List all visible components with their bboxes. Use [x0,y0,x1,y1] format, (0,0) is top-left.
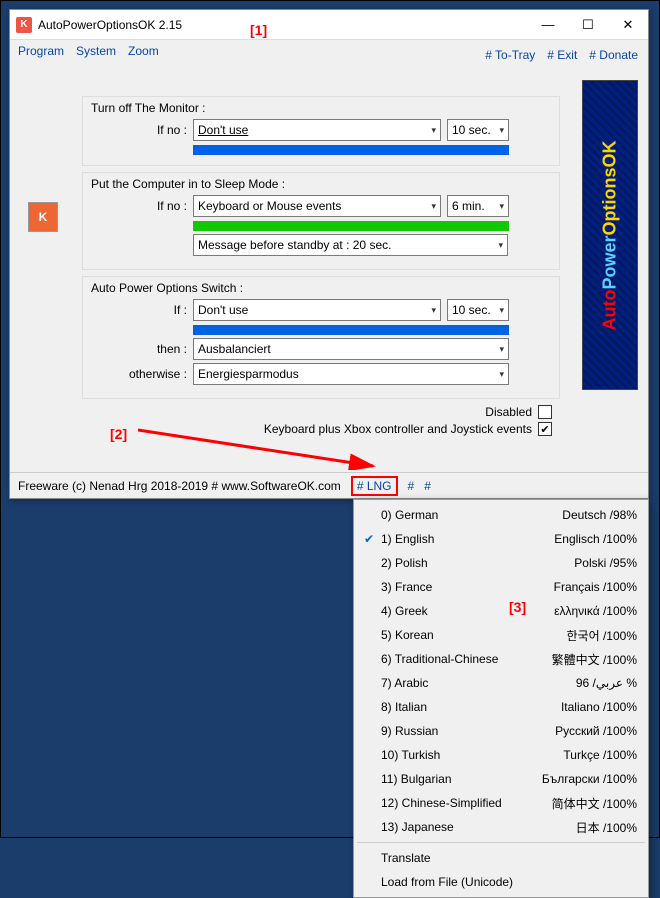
lang-load-file[interactable]: Load from File (Unicode) [357,870,645,894]
lng-button[interactable]: # LNG [351,476,398,496]
app-icon: K [16,17,32,33]
lang-item-3[interactable]: 3) France Français /100% [357,575,645,599]
lang-item-1[interactable]: ✔ 1) English Englisch /100% [357,527,645,551]
chevron-down-icon: ▾ [431,305,436,316]
chevron-down-icon: ▾ [431,125,436,136]
power-progress-bar [193,325,509,335]
lang-item-12[interactable]: 12) Chinese-Simplified 简体中文 /100% [357,791,645,815]
power-select-time[interactable]: 10 sec.▾ [447,299,509,321]
group-sleep-title: Put the Computer in to Sleep Mode : [91,177,551,191]
sleep-select-time[interactable]: 6 min.▾ [447,195,509,217]
lang-item-7[interactable]: 7) Arabic عربي/ 96 % [357,671,645,695]
lang-item-4[interactable]: 4) Greek ελληνικά /100% [357,599,645,623]
statusbar: Freeware (c) Nenad Hrg 2018-2019 # www.S… [10,472,648,498]
lang-item-2[interactable]: 2) Polish Polski /95% [357,551,645,575]
power-label-if: If : [91,303,187,317]
footer-text: Freeware (c) Nenad Hrg 2018-2019 # www.S… [18,479,341,493]
power-label-then: then : [91,342,187,356]
sleep-select-condition[interactable]: Keyboard or Mouse events▾ [193,195,441,217]
lang-translate[interactable]: Translate [357,846,645,870]
lang-item-0[interactable]: 0) German Deutsch /98% [357,503,645,527]
link-totray[interactable]: # To-Tray [485,48,535,62]
top-links: # To-Tray # Exit # Donate [485,48,638,62]
language-menu: 0) German Deutsch /98% ✔ 1) English Engl… [353,499,649,898]
lang-item-5[interactable]: 5) Korean 한국어 /100% [357,623,645,647]
hash-link-1[interactable]: # [408,479,415,493]
promo-banner: AutoPowerOptionsOK [582,80,638,390]
menu-program[interactable]: Program [18,44,64,58]
power-select-if[interactable]: Don't use▾ [193,299,441,321]
menu-zoom[interactable]: Zoom [128,44,159,58]
banner-auto: Auto [600,289,620,330]
chevron-down-icon: ▾ [431,201,436,212]
chevron-down-icon: ▾ [499,369,504,380]
lang-item-11[interactable]: 11) Bulgarian Български /100% [357,767,645,791]
close-button[interactable]: ✕ [608,10,648,40]
chevron-down-icon: ▾ [499,125,504,136]
link-exit[interactable]: # Exit [547,48,577,62]
annotation-1: [1] [250,22,267,38]
sleep-progress-bar [193,221,509,231]
lang-item-13[interactable]: 13) Japanese 日本 /100% [357,815,645,839]
lang-item-6[interactable]: 6) Traditional-Chinese 繁體中文 /100% [357,647,645,671]
chevron-down-icon: ▾ [499,344,504,355]
power-select-then[interactable]: Ausbalanciert▾ [193,338,509,360]
power-label-otherwise: otherwise : [91,367,187,381]
annotation-2: [2] [110,426,127,442]
banner-power: Power [600,235,620,289]
annotation-3: [3] [509,599,526,615]
sleep-select-message[interactable]: Message before standby at : 20 sec.▾ [193,234,508,256]
sleep-label-ifno: If no : [91,199,187,213]
menu-system[interactable]: System [76,44,116,58]
group-power-switch: Auto Power Options Switch : If : Don't u… [82,276,560,399]
lang-item-10[interactable]: 10) Turkish Turkçe /100% [357,743,645,767]
banner-options: OptionsOK [600,140,620,235]
group-power-title: Auto Power Options Switch : [91,281,551,295]
chevron-down-icon: ▾ [499,201,504,212]
minimize-button[interactable]: — [528,10,568,40]
xbox-label: Keyboard plus Xbox controller and Joysti… [264,422,532,436]
lang-item-8[interactable]: 8) Italian Italiano /100% [357,695,645,719]
window-title: AutoPowerOptionsOK 2.15 [38,18,182,32]
hash-link-2[interactable]: # [424,479,431,493]
titlebar: K AutoPowerOptionsOK 2.15 — ☐ ✕ [10,10,648,40]
menu-separator [357,842,645,843]
group-monitor-off: Turn off The Monitor : If no : Don't use… [82,96,560,166]
maximize-button[interactable]: ☐ [568,10,608,40]
monitor-select-time[interactable]: 10 sec.▾ [447,119,509,141]
power-select-otherwise[interactable]: Energiesparmodus▾ [193,363,509,385]
chevron-down-icon: ▾ [498,240,503,251]
link-donate[interactable]: # Donate [589,48,638,62]
check-icon: ✔ [357,532,381,546]
monitor-select-condition[interactable]: Don't use▾ [193,119,441,141]
disabled-checkbox[interactable] [538,405,552,419]
group-sleep-mode: Put the Computer in to Sleep Mode : If n… [82,172,560,270]
monitor-progress-bar [193,145,509,155]
xbox-checkbox[interactable]: ✔ [538,422,552,436]
group-monitor-title: Turn off The Monitor : [91,101,551,115]
app-window: K AutoPowerOptionsOK 2.15 — ☐ ✕ Program … [9,9,649,499]
disabled-label: Disabled [485,405,532,419]
monitor-label-ifno: If no : [91,123,187,137]
chevron-down-icon: ▾ [499,305,504,316]
lang-item-9[interactable]: 9) Russian Русский /100% [357,719,645,743]
